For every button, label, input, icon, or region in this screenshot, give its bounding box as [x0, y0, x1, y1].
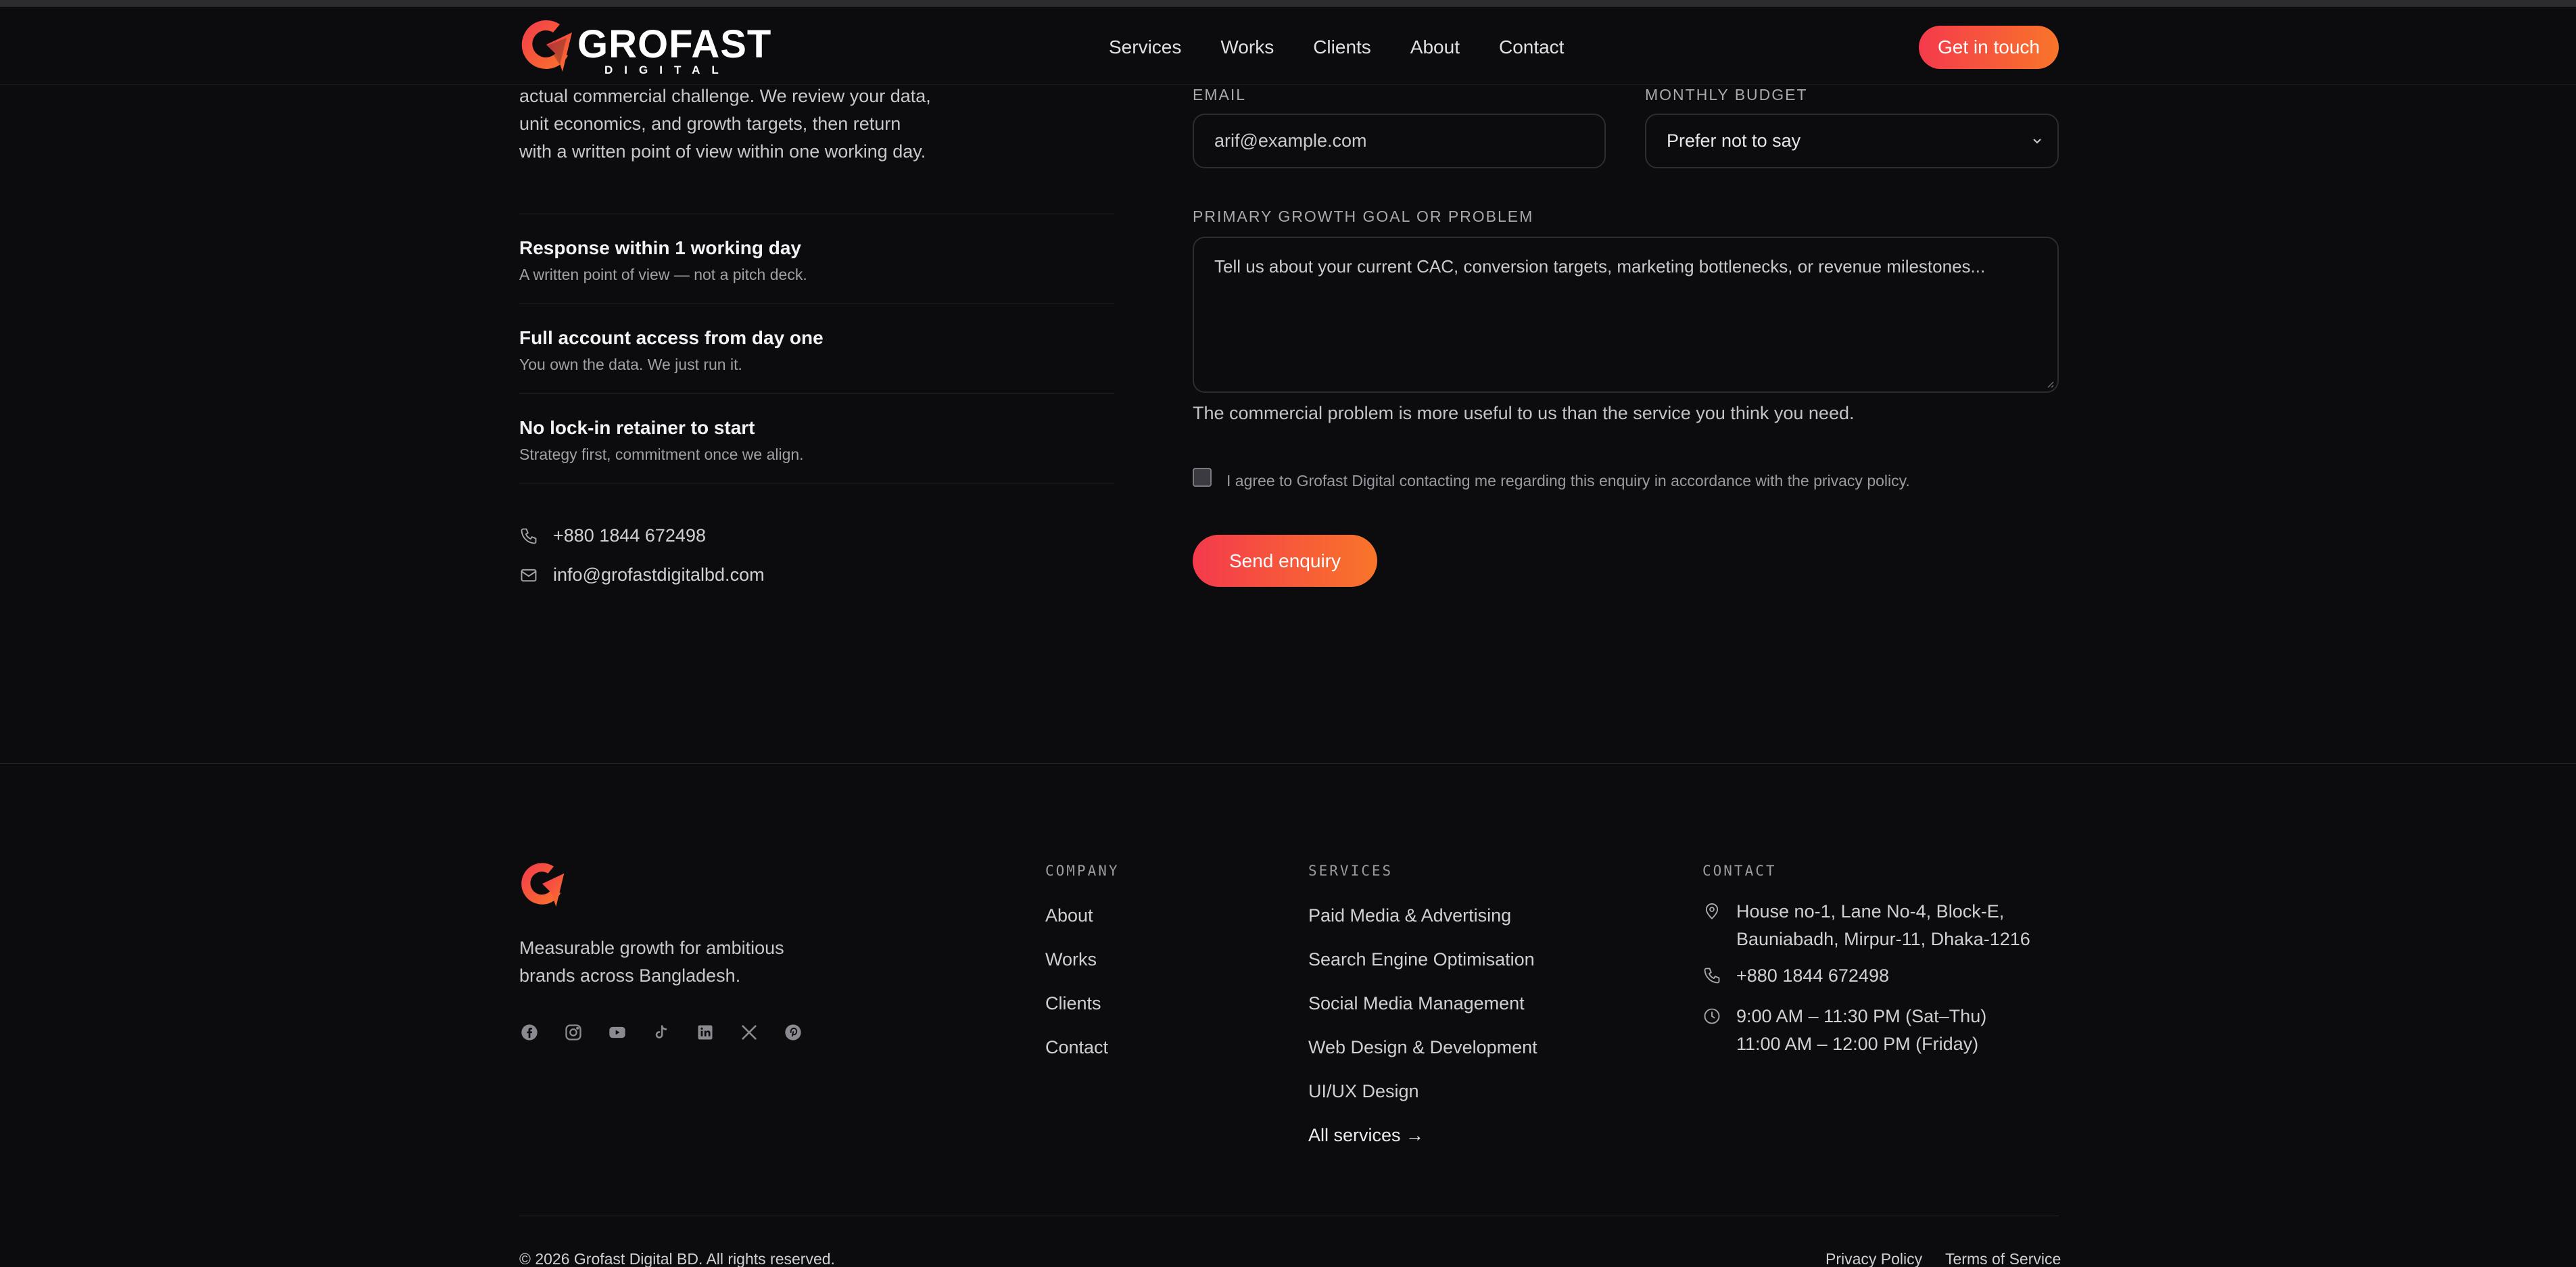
chevron-down-icon	[2032, 115, 2043, 167]
resize-handle-icon[interactable]	[2044, 378, 2055, 389]
footer-phone-text: +880 1844 672498	[1736, 965, 1889, 986]
email-field[interactable]: arif@example.com	[1193, 114, 1606, 168]
pinterest-icon[interactable]	[783, 1022, 803, 1043]
footer-link-web-design[interactable]: Web Design & Development	[1308, 1035, 1537, 1079]
budget-select[interactable]: Prefer not to say	[1645, 114, 2059, 168]
footer-tagline: Measurable growth for ambitious brands a…	[519, 938, 784, 986]
footer-link-clients[interactable]: Clients	[1045, 991, 1108, 1035]
goal-label: PRIMARY GROWTH GOAL OR PROBLEM	[1193, 208, 1534, 225]
footer-link-seo[interactable]: Search Engine Optimisation	[1308, 947, 1537, 991]
nav-about[interactable]: About	[1410, 34, 1460, 61]
contact-email-text: info@grofastdigitalbd.com	[553, 565, 765, 585]
feature-item: No lock-in retainer to start Strategy fi…	[519, 393, 1114, 483]
copyright-text: © 2026 Grofast Digital BD. All rights re…	[519, 1250, 835, 1267]
footer-link-works[interactable]: Works	[1045, 947, 1108, 991]
intro-text: actual commercial challenge. We review y…	[519, 82, 938, 166]
contact-phone[interactable]: +880 1844 672498	[519, 525, 706, 546]
footer-company-heading: COMPANY	[1045, 863, 1120, 879]
footer-link-paid-media[interactable]: Paid Media & Advertising	[1308, 903, 1537, 947]
footer-services-heading: SERVICES	[1308, 863, 1393, 879]
phone-icon	[521, 528, 537, 544]
brand-subname: DIGITAL	[604, 64, 730, 76]
facebook-icon[interactable]	[519, 1022, 540, 1043]
budget-selected-value: Prefer not to say	[1667, 130, 1801, 151]
contact-phone-text: +880 1844 672498	[553, 525, 706, 546]
nav-clients[interactable]: Clients	[1313, 34, 1371, 61]
footer-divider	[0, 763, 2576, 764]
feature-description: You own the data. We just run it.	[519, 356, 742, 373]
feature-title: Full account access from day one	[519, 327, 824, 348]
footer-hours: 9:00 AM – 11:30 PM (Sat–Thu) 11:00 AM – …	[1702, 1003, 1986, 1058]
footer-phone[interactable]: +880 1844 672498	[1702, 962, 1889, 990]
feature-list: Response within 1 working day A written …	[519, 214, 1114, 483]
consent-label: I agree to Grofast Digital contacting me…	[1226, 472, 1910, 489]
get-in-touch-button[interactable]: Get in touch	[1919, 26, 2059, 69]
instagram-icon[interactable]	[563, 1022, 583, 1043]
footer-link-uiux[interactable]: UI/UX Design	[1308, 1079, 1537, 1123]
consent-checkbox[interactable]	[1193, 468, 1212, 487]
grofast-logo-icon[interactable]	[519, 860, 565, 909]
feature-title: No lock-in retainer to start	[519, 417, 755, 438]
social-links	[519, 1022, 827, 1043]
youtube-icon[interactable]	[607, 1022, 627, 1043]
budget-label: MONTHLY BUDGET	[1645, 86, 1808, 103]
feature-item: Response within 1 working day A written …	[519, 214, 1114, 304]
mail-icon	[521, 569, 537, 581]
contact-email[interactable]: info@grofastdigitalbd.com	[519, 565, 765, 585]
footer-hours-line: 9:00 AM – 11:30 PM (Sat–Thu)	[1736, 1006, 1987, 1026]
footer-hours-line: 11:00 AM – 12:00 PM (Friday)	[1736, 1034, 1979, 1054]
send-enquiry-button[interactable]: Send enquiry	[1193, 535, 1377, 587]
nav-contact[interactable]: Contact	[1499, 34, 1565, 61]
goal-textarea[interactable]: Tell us about your current CAC, conversi…	[1193, 237, 2059, 393]
feature-title: Response within 1 working day	[519, 237, 801, 258]
terms-of-service-link[interactable]: Terms of Service	[1945, 1250, 2061, 1267]
brand-name: GROFAST	[577, 22, 772, 66]
intro-line: actual commercial challenge. We review y…	[519, 86, 931, 106]
feature-item: Full account access from day one You own…	[519, 304, 1114, 393]
footer-company-list: About Works Clients Contact	[1045, 903, 1108, 1079]
nav-works[interactable]: Works	[1220, 34, 1274, 61]
linkedin-icon[interactable]	[695, 1022, 715, 1043]
grofast-logo-icon	[521, 20, 572, 72]
brand-logo[interactable]: GROFAST DIGITAL	[519, 18, 771, 78]
footer-address-line: Bauniabadh, Mirpur-11, Dhaka-1216	[1736, 929, 2030, 949]
window-top-strip	[0, 0, 2576, 7]
site-header: GROFAST DIGITAL Services Works Clients A…	[0, 7, 2576, 85]
goal-placeholder: Tell us about your current CAC, conversi…	[1214, 256, 1986, 277]
tiktok-icon[interactable]	[651, 1022, 671, 1043]
location-pin-icon	[1705, 903, 1719, 919]
footer-link-all-services[interactable]: All services →	[1308, 1123, 1537, 1167]
intro-line: unit economics, and growth targets, then…	[519, 114, 901, 134]
intro-line: with a written point of view within one …	[519, 141, 926, 162]
x-icon[interactable]	[739, 1022, 759, 1043]
footer-link-contact[interactable]: Contact	[1045, 1035, 1108, 1079]
phone-icon	[1704, 967, 1720, 984]
footer-services-list: Paid Media & Advertising Search Engine O…	[1308, 903, 1537, 1167]
feature-description: Strategy first, commitment once we align…	[519, 446, 804, 463]
main-nav: Services Works Clients About Contact	[1109, 34, 1603, 61]
goal-helper-text: The commercial problem is more useful to…	[1193, 403, 1855, 423]
footer-link-about[interactable]: About	[1045, 903, 1108, 947]
feature-description: A written point of view — not a pitch de…	[519, 266, 807, 283]
footer-address-line: House no-1, Lane No-4, Block-E,	[1736, 901, 2005, 922]
clock-icon	[1704, 1008, 1720, 1024]
footer-address: House no-1, Lane No-4, Block-E, Bauniaba…	[1702, 898, 2030, 953]
footer-link-social-media[interactable]: Social Media Management	[1308, 991, 1537, 1035]
email-label: EMAIL	[1193, 86, 1247, 103]
nav-services[interactable]: Services	[1109, 34, 1181, 61]
footer-contact-heading: CONTACT	[1702, 863, 1777, 879]
privacy-policy-link[interactable]: Privacy Policy	[1826, 1250, 1922, 1267]
